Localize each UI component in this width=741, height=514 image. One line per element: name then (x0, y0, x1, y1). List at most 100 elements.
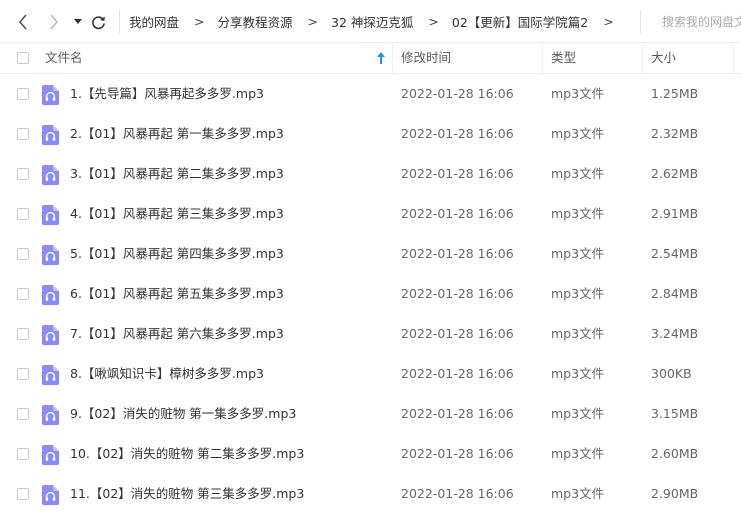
column-header-type[interactable]: 类型 (551, 43, 576, 73)
audio-file-icon (42, 125, 59, 145)
file-type: mp3文件 (551, 86, 605, 101)
history-dropdown-button[interactable] (72, 13, 84, 31)
file-size: 2.91MB (651, 206, 699, 221)
file-row[interactable]: 5.【01】风暴再起 第四集多多罗.mp3 2022-01-28 16:06 m… (0, 234, 741, 274)
file-modified-time: 2022-01-28 16:06 (401, 86, 514, 101)
file-checkbox[interactable] (17, 368, 29, 380)
column-divider[interactable] (642, 43, 643, 73)
audio-file-icon (42, 285, 59, 305)
file-row[interactable]: 2.【01】风暴再起 第一集多多罗.mp3 2022-01-28 16:06 m… (0, 114, 741, 154)
toolbar: 我的网盘 > 分享教程资源 > 32 神探迈克狐 > 02【更新】国际学院篇2 … (0, 0, 741, 42)
file-type: mp3文件 (551, 366, 605, 381)
search-divider (640, 10, 641, 34)
column-header-modified[interactable]: 修改时间 (401, 43, 451, 73)
back-button[interactable] (14, 13, 32, 31)
file-size: 300KB (651, 366, 692, 381)
file-row[interactable]: 8.【啾飒知识卡】樟树多多罗.mp3 2022-01-28 16:06 mp3文… (0, 354, 741, 394)
file-size: 2.54MB (651, 246, 699, 261)
file-modified-time: 2022-01-28 16:06 (401, 166, 514, 181)
file-name[interactable]: 3.【01】风暴再起 第二集多多罗.mp3 (70, 154, 284, 194)
file-name[interactable]: 6.【01】风暴再起 第五集多多罗.mp3 (70, 274, 284, 314)
caret-down-icon (74, 19, 82, 24)
file-type: mp3文件 (551, 286, 605, 301)
file-type: mp3文件 (551, 246, 605, 261)
file-row[interactable]: 11.【02】消失的赃物 第三集多多罗.mp3 2022-01-28 16:06… (0, 474, 741, 514)
refresh-button[interactable] (89, 13, 107, 31)
breadcrumb-item-series-folder[interactable]: 32 神探迈克狐 (331, 12, 413, 31)
file-type: mp3文件 (551, 126, 605, 141)
file-modified-time: 2022-01-28 16:06 (401, 406, 514, 421)
file-type: mp3文件 (551, 206, 605, 221)
file-name[interactable]: 5.【01】风暴再起 第四集多多罗.mp3 (70, 234, 284, 274)
audio-file-icon (42, 205, 59, 225)
file-size: 2.84MB (651, 286, 699, 301)
file-row[interactable]: 10.【02】消失的赃物 第二集多多罗.mp3 2022-01-28 16:06… (0, 434, 741, 474)
file-size: 3.15MB (651, 406, 699, 421)
file-size: 2.32MB (651, 126, 699, 141)
file-row[interactable]: 3.【01】风暴再起 第二集多多罗.mp3 2022-01-28 16:06 m… (0, 154, 741, 194)
audio-file-icon (42, 325, 59, 345)
file-size: 3.24MB (651, 326, 699, 341)
file-row[interactable]: 7.【01】风暴再起 第六集多多罗.mp3 2022-01-28 16:06 m… (0, 314, 741, 354)
file-type: mp3文件 (551, 326, 605, 341)
chevron-left-icon (18, 14, 27, 30)
search-input[interactable] (650, 11, 741, 33)
file-checkbox[interactable] (17, 408, 29, 420)
file-checkbox[interactable] (17, 288, 29, 300)
file-checkbox[interactable] (17, 328, 29, 340)
file-row[interactable]: 4.【01】风暴再起 第三集多多罗.mp3 2022-01-28 16:06 m… (0, 194, 741, 234)
file-modified-time: 2022-01-28 16:06 (401, 446, 514, 461)
file-checkbox[interactable] (17, 128, 29, 140)
file-list-header: 文件名 修改时间 类型 大小 (0, 42, 741, 74)
file-name[interactable]: 4.【01】风暴再起 第三集多多罗.mp3 (70, 194, 284, 234)
file-modified-time: 2022-01-28 16:06 (401, 326, 514, 341)
file-name[interactable]: 1.【先导篇】风暴再起多多罗.mp3 (70, 74, 264, 114)
file-row[interactable]: 1.【先导篇】风暴再起多多罗.mp3 2022-01-28 16:06 mp3文… (0, 74, 741, 114)
file-modified-time: 2022-01-28 16:06 (401, 206, 514, 221)
file-modified-time: 2022-01-28 16:06 (401, 366, 514, 381)
file-name[interactable]: 10.【02】消失的赃物 第二集多多罗.mp3 (70, 434, 304, 474)
file-type: mp3文件 (551, 486, 605, 501)
file-checkbox[interactable] (17, 88, 29, 100)
audio-file-icon (42, 365, 59, 385)
file-name[interactable]: 2.【01】风暴再起 第一集多多罗.mp3 (70, 114, 284, 154)
file-checkbox[interactable] (17, 168, 29, 180)
forward-button[interactable] (45, 13, 63, 31)
breadcrumb: 我的网盘 > 分享教程资源 > 32 神探迈克狐 > 02【更新】国际学院篇2 … (129, 0, 627, 42)
file-name[interactable]: 11.【02】消失的赃物 第三集多多罗.mp3 (70, 474, 304, 514)
column-divider[interactable] (392, 43, 393, 73)
breadcrumb-separator: > (194, 13, 205, 29)
file-type: mp3文件 (551, 166, 605, 181)
file-name[interactable]: 7.【01】风暴再起 第六集多多罗.mp3 (70, 314, 284, 354)
file-checkbox[interactable] (17, 448, 29, 460)
file-checkbox[interactable] (17, 248, 29, 260)
select-all-checkbox[interactable] (17, 52, 29, 64)
toolbar-divider (119, 10, 120, 34)
column-divider[interactable] (733, 43, 734, 73)
breadcrumb-item-my-drive[interactable]: 我的网盘 (129, 12, 179, 31)
file-name[interactable]: 8.【啾飒知识卡】樟树多多罗.mp3 (70, 354, 264, 394)
audio-file-icon (42, 445, 59, 465)
breadcrumb-item-shared-resources[interactable]: 分享教程资源 (218, 12, 293, 31)
file-checkbox[interactable] (17, 208, 29, 220)
refresh-icon (91, 15, 105, 29)
file-row[interactable]: 6.【01】风暴再起 第五集多多罗.mp3 2022-01-28 16:06 m… (0, 274, 741, 314)
breadcrumb-item-current-folder[interactable]: 02【更新】国际学院篇2 (452, 12, 588, 31)
audio-file-icon (42, 245, 59, 265)
column-header-name[interactable]: 文件名 (45, 43, 83, 73)
file-checkbox[interactable] (17, 488, 29, 500)
file-size: 2.60MB (651, 446, 699, 461)
column-divider[interactable] (542, 43, 543, 73)
file-modified-time: 2022-01-28 16:06 (401, 246, 514, 261)
file-modified-time: 2022-01-28 16:06 (401, 126, 514, 141)
column-header-size[interactable]: 大小 (651, 43, 676, 73)
audio-file-icon (42, 85, 59, 105)
file-name[interactable]: 9.【02】消失的赃物 第一集多多罗.mp3 (70, 394, 296, 434)
audio-file-icon (42, 405, 59, 425)
sort-ascending-icon[interactable] (376, 51, 386, 65)
breadcrumb-separator: > (307, 13, 318, 29)
file-row[interactable]: 9.【02】消失的赃物 第一集多多罗.mp3 2022-01-28 16:06 … (0, 394, 741, 434)
file-type: mp3文件 (551, 446, 605, 461)
breadcrumb-separator: > (428, 13, 439, 29)
chevron-right-icon (50, 14, 59, 30)
